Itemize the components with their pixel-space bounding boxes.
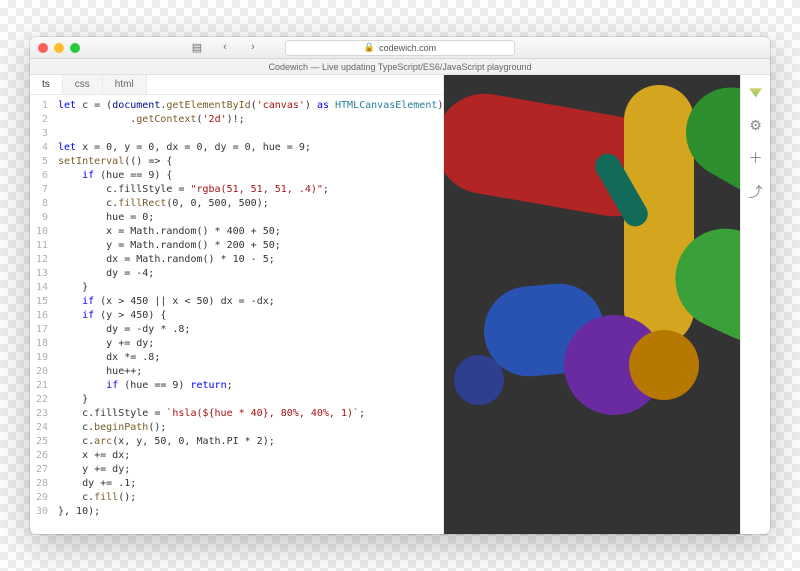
url-host: codewich.com [379,43,436,53]
tab-ts[interactable]: ts [30,75,63,94]
toolbar-icons: ▤ ‹ › [190,41,260,54]
forward-icon[interactable]: › [246,41,260,54]
code-lines[interactable]: let c = (document.getElementById('canvas… [54,95,443,534]
app-logo-icon[interactable] [747,83,765,101]
code-area[interactable]: 1 2 3 4 5 6 7 8 9 10 11 12 13 14 15 16 1… [30,95,443,534]
url-bar[interactable]: 🔒 codewich.com [285,40,515,56]
share-icon[interactable]: ⤴ [749,182,763,202]
canvas-preview [444,75,740,534]
plus-icon[interactable]: ＋ [749,148,763,168]
editor-tabs: ts css html [30,75,443,95]
line-gutter: 1 2 3 4 5 6 7 8 9 10 11 12 13 14 15 16 1… [30,95,54,534]
right-sidebar: ⚙ ＋ ⤴ [740,75,770,534]
minimize-icon[interactable] [54,43,64,53]
close-icon[interactable] [38,43,48,53]
tab-html[interactable]: html [103,75,147,94]
code-editor: ts css html 1 2 3 4 5 6 7 8 9 10 11 12 1… [30,75,444,534]
tab-css[interactable]: css [63,75,103,94]
browser-window: ▤ ‹ › 🔒 codewich.com Codewich — Live upd… [30,37,770,534]
traffic-lights [30,43,80,53]
back-icon[interactable]: ‹ [218,41,232,54]
gear-icon[interactable]: ⚙ [749,117,762,134]
lock-icon: 🔒 [364,42,375,53]
maximize-icon[interactable] [70,43,80,53]
titlebar: ▤ ‹ › 🔒 codewich.com [30,37,770,59]
sidebar-icon[interactable]: ▤ [190,41,204,54]
content: ts css html 1 2 3 4 5 6 7 8 9 10 11 12 1… [30,75,770,534]
tab-title: Codewich — Live updating TypeScript/ES6/… [30,59,770,75]
